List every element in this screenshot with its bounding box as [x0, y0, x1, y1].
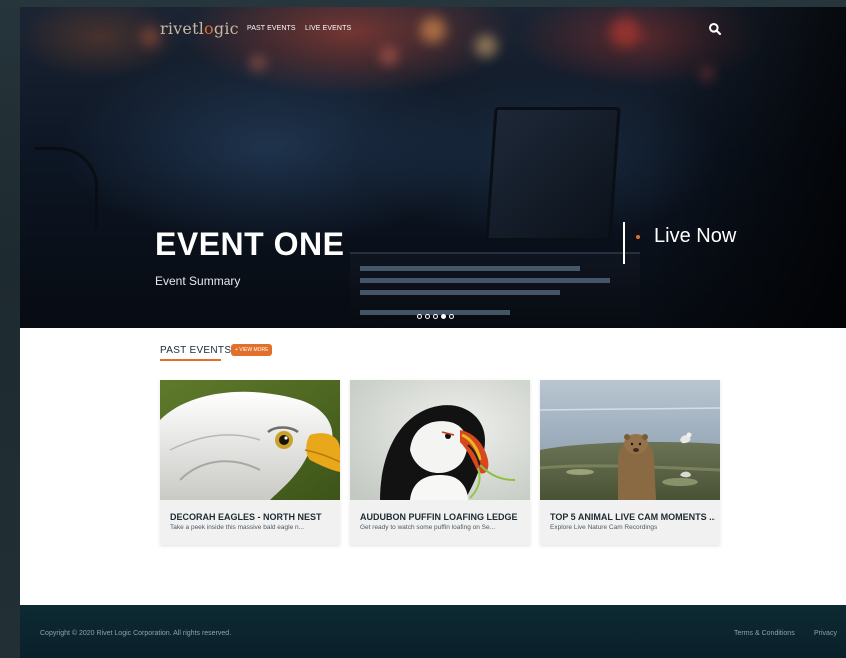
- hero-banner: rivetlogic PAST EVENTS LIVE EVENTS EVENT…: [20, 7, 846, 328]
- search-icon[interactable]: [708, 22, 722, 36]
- live-now-label[interactable]: Live Now: [654, 225, 736, 248]
- view-more-button[interactable]: + VIEW MORE: [231, 344, 273, 356]
- hero-light: [250, 55, 266, 71]
- logo-text-start: rivetl: [160, 19, 205, 38]
- live-indicator-dot: [636, 235, 640, 239]
- outer-frame-top: [0, 0, 846, 7]
- hero-microphone-silhouette: [35, 147, 98, 230]
- hero-shade: [646, 7, 846, 328]
- event-card-description: Take a peek inside this massive bald eag…: [170, 524, 305, 531]
- event-card[interactable]: DECORAH EAGLES - NORTH NEST Take a peek …: [160, 380, 340, 545]
- carousel-dot[interactable]: [441, 314, 446, 319]
- event-card[interactable]: AUDUBON PUFFIN LOAFING LEDGE Get ready t…: [350, 380, 530, 545]
- top-nav: rivetlogic PAST EVENTS LIVE EVENTS: [20, 7, 846, 52]
- carousel-dots: [417, 314, 454, 322]
- event-card-title[interactable]: TOP 5 ANIMAL LIVE CAM MOMENTS ...: [550, 512, 715, 522]
- footer: Copyright © 2020 Rivet Logic Corporation…: [20, 605, 846, 658]
- outer-frame-left: [0, 0, 20, 658]
- event-card-title[interactable]: DECORAH EAGLES - NORTH NEST: [170, 512, 335, 522]
- live-divider: [623, 222, 625, 264]
- footer-link-terms[interactable]: Terms & Conditions: [734, 630, 795, 637]
- carousel-dot[interactable]: [425, 314, 430, 319]
- carousel-dot[interactable]: [449, 314, 454, 319]
- carousel-dot[interactable]: [433, 314, 438, 319]
- event-title: EVENT ONE: [155, 226, 345, 262]
- page: rivetlogic PAST EVENTS LIVE EVENTS EVENT…: [20, 7, 846, 658]
- hero-console-silhouette: [350, 252, 640, 328]
- footer-link-privacy[interactable]: Privacy: [814, 630, 837, 637]
- event-card-description: Get ready to watch some puffin loafing o…: [360, 524, 496, 531]
- console-strip: [360, 278, 610, 283]
- logo[interactable]: rivetlogic: [160, 19, 239, 38]
- nav-past-events[interactable]: PAST EVENTS: [247, 25, 296, 32]
- section-title-past-events: PAST EVENTS: [160, 345, 232, 356]
- logo-text-end: gic: [213, 19, 239, 38]
- event-card[interactable]: TOP 5 ANIMAL LIVE CAM MOMENTS ... Explor…: [540, 380, 720, 545]
- nav-live-events[interactable]: LIVE EVENTS: [305, 25, 351, 32]
- event-card-image-puffin[interactable]: [350, 380, 530, 500]
- console-strip: [360, 290, 560, 295]
- event-card-image-bear[interactable]: [540, 380, 720, 500]
- event-card-title[interactable]: AUDUBON PUFFIN LOAFING LEDGE: [360, 512, 525, 522]
- carousel-dot[interactable]: [417, 314, 422, 319]
- event-card-image-eagle[interactable]: [160, 380, 340, 500]
- event-summary: Event Summary: [155, 274, 241, 288]
- section-underline: [160, 359, 221, 361]
- logo-text-accent: o: [204, 19, 214, 38]
- copyright-text: Copyright © 2020 Rivet Logic Corporation…: [40, 630, 232, 637]
- hero-monitor-silhouette: [485, 107, 621, 241]
- event-card-description: Explore Live Nature Cam Recordings: [550, 524, 658, 531]
- console-strip: [360, 266, 580, 271]
